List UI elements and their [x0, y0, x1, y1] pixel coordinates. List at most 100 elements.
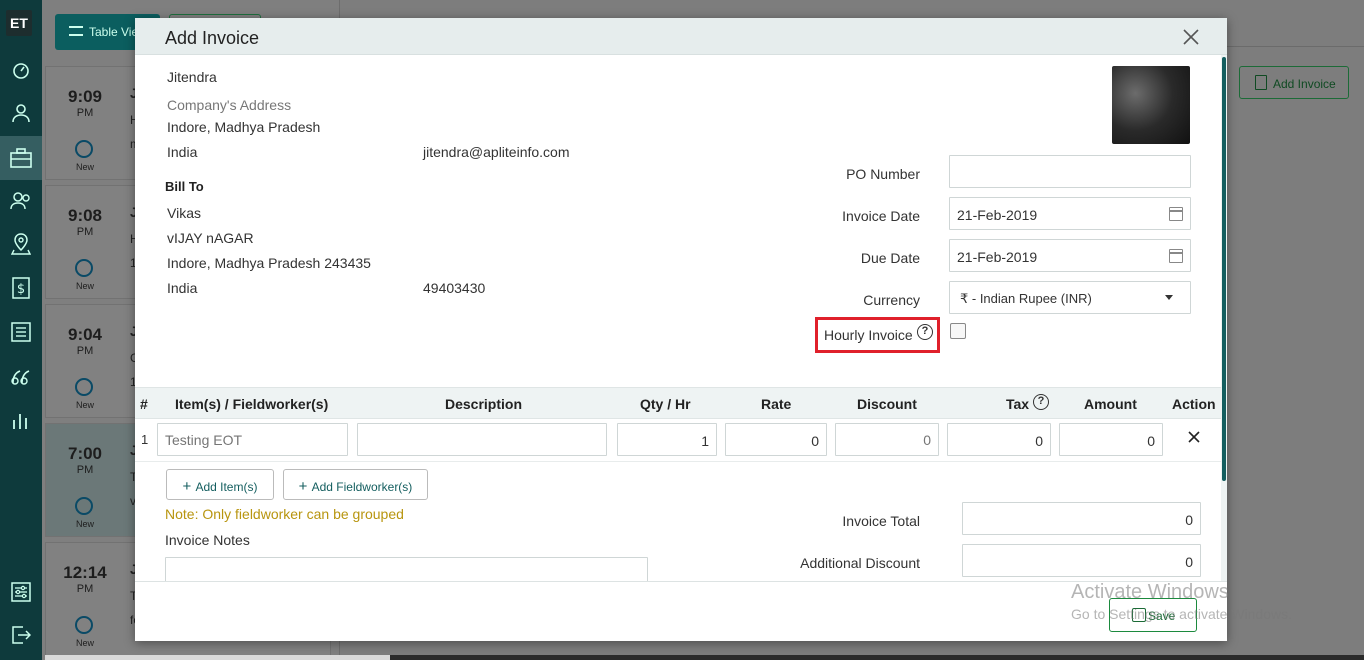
job-ampm: PM — [76, 464, 94, 476]
description-input[interactable] — [357, 423, 607, 456]
chevron-down-icon — [1165, 295, 1173, 300]
remove-row-icon[interactable] — [1187, 430, 1201, 444]
modal-header: Add Invoice — [135, 18, 1227, 55]
invoice-total-input[interactable]: 0 — [962, 502, 1201, 535]
modal-body: Jitendra Company's Address Indore, Madhy… — [135, 55, 1227, 581]
status-circle-icon — [75, 140, 93, 158]
job-status: New — [75, 162, 94, 172]
modal-title: Add Invoice — [165, 28, 260, 48]
calendar-icon[interactable] — [1169, 249, 1183, 263]
bill-to-name: Vikas — [167, 205, 201, 221]
job-status: New — [75, 638, 94, 648]
discount-input[interactable] — [835, 423, 939, 456]
invoice-notes-textarea[interactable] — [165, 557, 648, 581]
status-circle-icon — [75, 497, 93, 515]
add-fieldworkers-button[interactable]: + Add Fieldworker(s) — [283, 469, 428, 500]
po-number-input[interactable] — [949, 155, 1191, 188]
due-date-input[interactable]: 21-Feb-2019 — [949, 239, 1191, 272]
from-name: Jitendra — [167, 69, 217, 85]
grouping-note: Note: Only fieldworker can be grouped — [165, 506, 404, 522]
job-time: 12:14 — [63, 563, 107, 582]
page-bottom-bar — [390, 655, 1364, 660]
add-invoice-button[interactable]: Add Invoice — [1239, 66, 1349, 99]
job-time: 9:04 — [67, 325, 103, 344]
scrollbar-thumb[interactable] — [1222, 57, 1226, 481]
calendar-icon[interactable] — [1169, 207, 1183, 221]
user-icon[interactable] — [0, 93, 42, 133]
briefcase-icon[interactable] — [0, 136, 42, 180]
col-header-action: Action — [1172, 396, 1216, 412]
invoice-date-input[interactable]: 21-Feb-2019 — [949, 197, 1191, 230]
bill-to-address: vIJAY nAGAR — [167, 230, 254, 246]
activation-watermark-title: Activate Windows — [1071, 581, 1229, 603]
additional-discount-label: Additional Discount — [800, 555, 920, 571]
invoice-date-label: Invoice Date — [842, 208, 920, 224]
hourly-invoice-checkbox[interactable] — [950, 323, 966, 339]
col-header-tax: Tax — [1006, 396, 1030, 412]
col-header-amount: Amount — [1084, 396, 1137, 412]
job-ampm: PM — [76, 583, 94, 595]
status-circle-icon — [75, 259, 93, 277]
col-header-rate: Rate — [761, 396, 792, 412]
col-header-description: Description — [445, 396, 523, 412]
job-status: New — [75, 519, 94, 529]
add-file-icon — [1255, 75, 1267, 90]
additional-discount-input[interactable]: 0 — [962, 544, 1201, 577]
job-time: 7:00 — [67, 444, 103, 463]
item-input[interactable] — [157, 423, 348, 456]
team-icon[interactable] — [0, 181, 42, 221]
qty-input[interactable]: 1 — [617, 423, 717, 456]
filter-icon — [69, 26, 83, 36]
quote-icon[interactable] — [0, 356, 42, 396]
rate-input[interactable]: 0 — [725, 423, 827, 456]
dashboard-icon[interactable] — [0, 50, 42, 90]
status-circle-icon — [75, 616, 93, 634]
job-ampm: PM — [76, 107, 94, 119]
plus-icon: + — [182, 478, 196, 495]
company-logo-image[interactable] — [1112, 66, 1190, 144]
invoice-total-label: Invoice Total — [842, 513, 920, 529]
location-icon[interactable] — [0, 224, 42, 264]
help-icon[interactable]: ? — [917, 324, 933, 340]
dollar-icon[interactable]: $ — [0, 268, 42, 308]
job-status: New — [75, 281, 94, 291]
items-table-header: # Item(s) / Fieldworker(s) Description Q… — [135, 387, 1221, 419]
job-status: New — [75, 400, 94, 410]
tax-help-icon[interactable]: ? — [1033, 394, 1049, 410]
bill-to-country: India — [167, 280, 198, 296]
from-country: India — [167, 144, 198, 160]
bill-to-phone: 49403430 — [423, 280, 486, 296]
bill-to-heading: Bill To — [165, 179, 204, 194]
po-number-label: PO Number — [846, 166, 920, 182]
status-circle-icon — [75, 378, 93, 396]
svg-text:$: $ — [17, 282, 25, 297]
tax-input[interactable]: 0 — [947, 423, 1051, 456]
bill-to-city-state-zip: Indore, Madhya Pradesh 243435 — [167, 255, 371, 271]
logout-icon[interactable] — [0, 615, 42, 655]
app-logo: ET — [6, 10, 32, 36]
add-invoice-modal: Add Invoice Jitendra Company's Address I… — [135, 18, 1227, 641]
amount-input[interactable]: 0 — [1059, 423, 1163, 456]
add-items-button[interactable]: + Add Item(s) — [166, 469, 274, 500]
add-items-label: Add Item(s) — [195, 480, 258, 494]
invoice-notes-label: Invoice Notes — [165, 532, 250, 548]
col-header-discount: Discount — [857, 396, 917, 412]
close-icon[interactable] — [1181, 27, 1201, 47]
activation-watermark-subtitle: Go to Settings to activate Windows. — [1071, 606, 1292, 622]
job-ampm: PM — [76, 226, 94, 238]
job-ampm: PM — [76, 345, 94, 357]
modal-footer: Save — [135, 581, 1227, 641]
company-address-label: Company's Address — [167, 97, 292, 113]
add-invoice-label: Add Invoice — [1273, 77, 1336, 91]
currency-select[interactable]: ₹ - Indian Rupee (INR) — [949, 281, 1191, 314]
settings-icon[interactable] — [0, 572, 42, 612]
hourly-invoice-label: Hourly Invoice — [824, 327, 913, 343]
table-view-label: Table Vie — [89, 25, 139, 39]
plus-icon: + — [298, 478, 312, 495]
add-fieldworkers-label: Add Fieldworker(s) — [311, 480, 413, 494]
currency-label: Currency — [863, 292, 920, 308]
bar-chart-icon[interactable] — [0, 400, 42, 440]
col-header-num: # — [140, 396, 148, 412]
list-icon[interactable] — [0, 312, 42, 352]
from-city-state: Indore, Madhya Pradesh — [167, 119, 321, 135]
